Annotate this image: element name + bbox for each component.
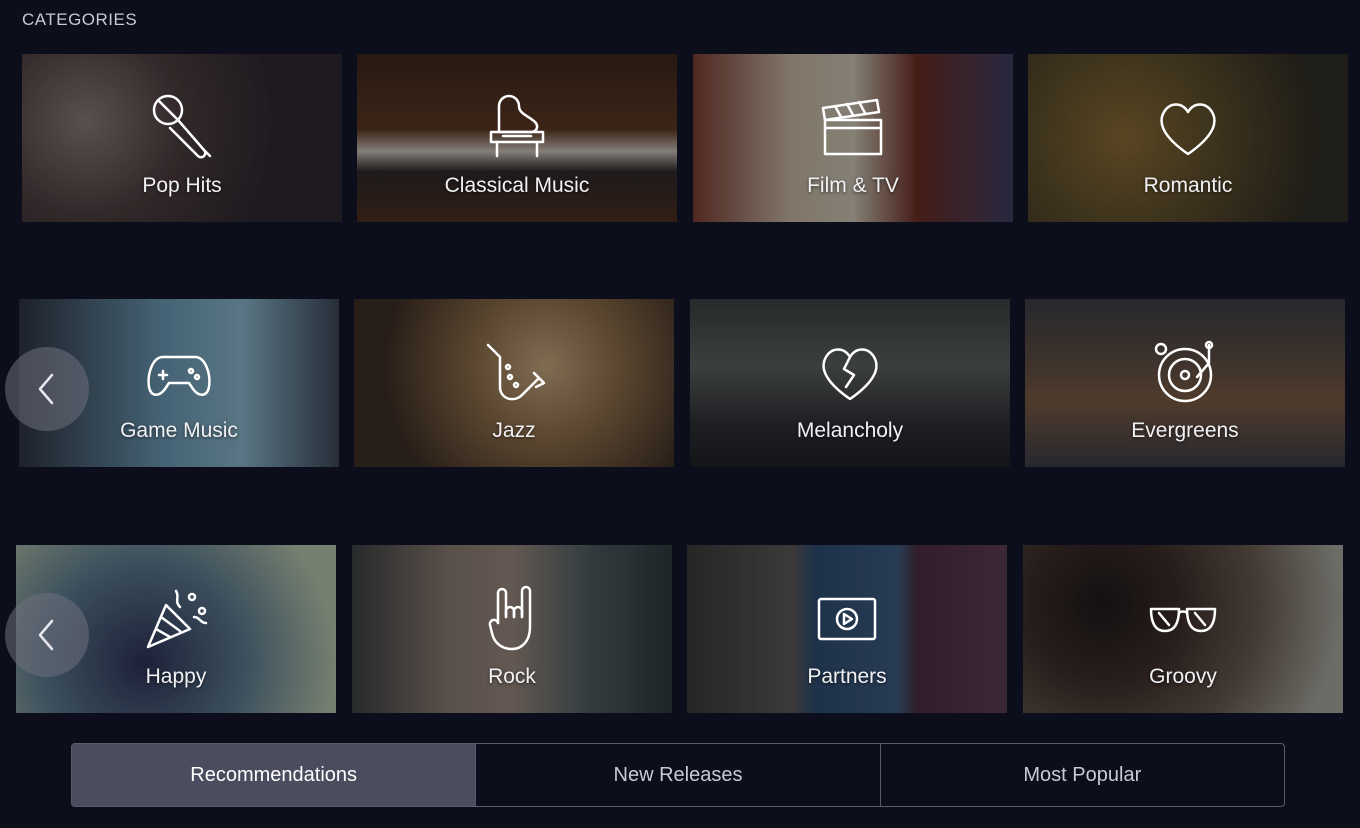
party-popper-icon: [140, 583, 212, 655]
tile-label: Romantic: [1143, 174, 1233, 197]
microphone-icon: [146, 92, 218, 164]
category-tile-rock[interactable]: Rock: [352, 545, 672, 713]
heart-icon: [1152, 92, 1224, 164]
category-row-1: Pop Hits Classical Music Film & TV Roman…: [22, 54, 1352, 222]
tile-label: Evergreens: [1131, 419, 1239, 442]
tab-most-popular[interactable]: Most Popular: [881, 744, 1284, 806]
category-tile-melancholy[interactable]: Melancholy: [690, 299, 1010, 467]
gamepad-icon: [143, 337, 215, 409]
clapperboard-icon: [817, 92, 889, 164]
play-video-icon: [811, 583, 883, 655]
categories-page: CATEGORIES Pop Hits Classical Music Film…: [0, 0, 1360, 828]
tile-label: Rock: [488, 665, 536, 688]
category-tile-jazz[interactable]: Jazz: [354, 299, 674, 467]
category-tile-pop-hits[interactable]: Pop Hits: [22, 54, 342, 222]
tile-label: Classical Music: [444, 174, 590, 197]
bottom-tab-bar: Recommendations New Releases Most Popula…: [71, 743, 1285, 807]
category-tile-film-tv[interactable]: Film & TV: [693, 54, 1013, 222]
tile-label: Pop Hits: [142, 174, 222, 197]
tile-label: Partners: [807, 665, 887, 688]
turntable-icon: [1149, 337, 1221, 409]
sunglasses-icon: [1147, 583, 1219, 655]
chevron-left-icon: [38, 619, 54, 651]
tile-label: Groovy: [1149, 665, 1217, 688]
category-tile-evergreens[interactable]: Evergreens: [1025, 299, 1345, 467]
category-tile-groovy[interactable]: Groovy: [1023, 545, 1343, 713]
tab-recommendations[interactable]: Recommendations: [72, 744, 477, 806]
piano-icon: [481, 92, 553, 164]
saxophone-icon: [478, 337, 550, 409]
chevron-left-icon: [38, 373, 54, 405]
row-2-previous-button[interactable]: [5, 347, 89, 431]
category-tile-romantic[interactable]: Romantic: [1028, 54, 1348, 222]
category-tile-classical-music[interactable]: Classical Music: [357, 54, 677, 222]
category-row-2: Game Music Jazz Melancholy Evergreens: [19, 299, 1349, 467]
rock-hand-icon: [476, 583, 548, 655]
tile-label: Jazz: [492, 419, 536, 442]
row-3-previous-button[interactable]: [5, 593, 89, 677]
tile-label: Film & TV: [807, 174, 899, 197]
section-title: CATEGORIES: [22, 10, 138, 29]
category-row-3: Happy Rock Partners Groovy: [16, 545, 1346, 713]
tile-label: Melancholy: [796, 419, 904, 442]
tab-new-releases[interactable]: New Releases: [476, 744, 881, 806]
category-tile-partners[interactable]: Partners: [687, 545, 1007, 713]
broken-heart-icon: [814, 337, 886, 409]
